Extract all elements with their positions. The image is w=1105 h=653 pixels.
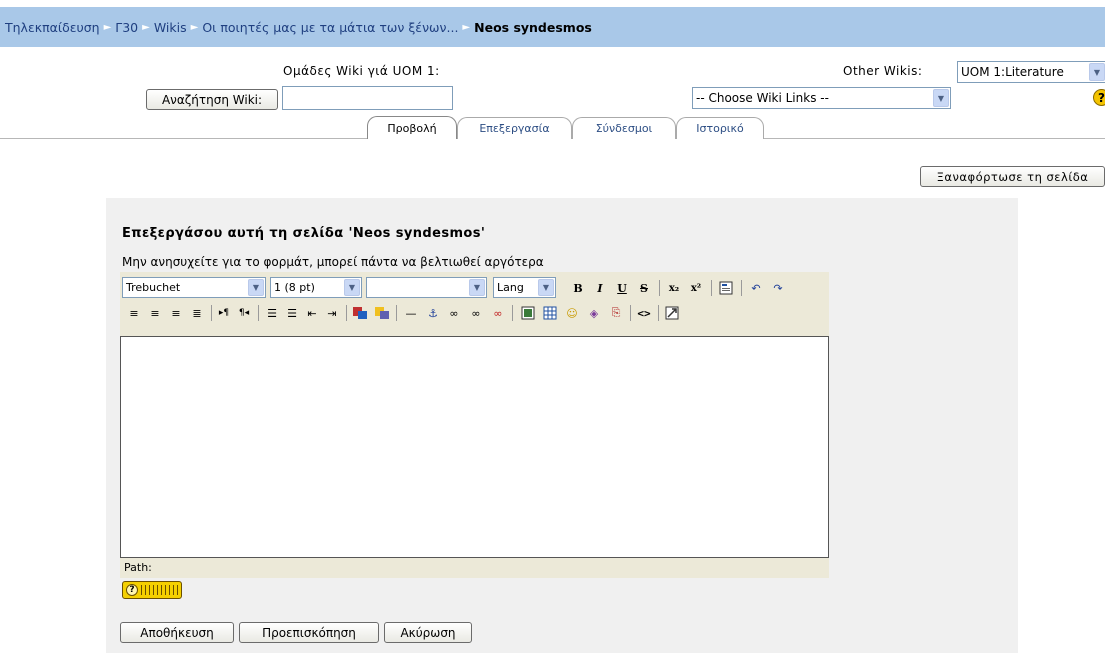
chevron-down-icon: ▼ — [538, 279, 554, 296]
redo-icon[interactable]: ↷ — [768, 279, 788, 297]
cancel-button[interactable]: Ακύρωση — [384, 622, 472, 643]
tab-history[interactable]: Ιστορικό — [676, 117, 764, 139]
editor-heading: Επεξεργάσου αυτή τη σελίδα 'Neos syndesm… — [122, 226, 486, 241]
align-left-icon[interactable]: ≡ — [124, 304, 144, 322]
search-replace-icon[interactable]: ⎘ — [606, 304, 626, 322]
help-icon[interactable]: ? — [1093, 89, 1105, 106]
smiley-icon[interactable]: ☺ — [562, 304, 582, 322]
toolbar-separator — [658, 305, 659, 321]
wiki-search-button[interactable]: Αναζήτηση Wiki: — [146, 89, 278, 110]
breadcrumb-link-course[interactable]: Γ30 — [115, 20, 138, 35]
chevron-down-icon: ▼ — [469, 279, 485, 296]
rtl-icon[interactable]: ¶◂ — [234, 304, 254, 322]
ordered-list-icon[interactable]: ☰ — [262, 304, 282, 322]
font-size-select[interactable]: 1 (8 pt) ▼ — [270, 277, 362, 298]
path-label: Path: — [124, 561, 152, 574]
special-char-icon[interactable]: ◈ — [584, 304, 604, 322]
align-right-icon[interactable]: ≡ — [166, 304, 186, 322]
editor-path-bar: Path: — [120, 558, 829, 578]
clean-word-icon[interactable] — [716, 279, 736, 297]
tab-edit[interactable]: Επεξεργασία — [457, 117, 572, 139]
font-family-select[interactable]: Trebuchet ▼ — [122, 277, 266, 298]
html-source-icon[interactable]: <> — [634, 304, 654, 322]
underline-icon[interactable]: U — [612, 279, 632, 297]
link-icon[interactable]: ∞ — [444, 304, 464, 322]
insert-image-icon[interactable] — [518, 304, 538, 322]
toolbar-separator — [659, 280, 660, 296]
toolbar-separator — [258, 305, 259, 321]
chevron-down-icon: ▼ — [1089, 63, 1105, 81]
superscript-icon[interactable]: x² — [686, 279, 706, 297]
wiki-search-input[interactable] — [282, 86, 453, 110]
breadcrumb-separator: ► — [462, 21, 471, 33]
paragraph-format-select[interactable]: ▼ — [366, 277, 487, 298]
subscript-icon[interactable]: x₂ — [664, 279, 684, 297]
toolbar-separator — [346, 305, 347, 321]
editor-content-area[interactable] — [120, 336, 829, 558]
fullscreen-icon[interactable] — [662, 304, 682, 322]
justify-icon[interactable]: ≣ — [187, 304, 207, 322]
other-wikis-value: UOM 1:Literature — [961, 65, 1064, 79]
breadcrumb: Τηλεκπαίδευση ► Γ30 ► Wikis ► Οι ποιητές… — [0, 7, 1105, 47]
breadcrumb-separator: ► — [190, 21, 199, 33]
toolbar-separator — [396, 305, 397, 321]
toolbar-separator — [211, 305, 212, 321]
insert-table-icon[interactable] — [540, 304, 560, 322]
nolink-icon[interactable]: ∞ — [488, 304, 508, 322]
indent-icon[interactable]: ⇥ — [322, 304, 342, 322]
toolbar-separator — [512, 305, 513, 321]
breadcrumb-separator: ► — [142, 21, 150, 33]
text-color-icon[interactable] — [350, 304, 370, 322]
toolbar-separator — [630, 305, 631, 321]
chevron-down-icon: ▼ — [933, 89, 949, 107]
preview-button[interactable]: Προεπισκόπηση — [239, 622, 379, 643]
tab-links[interactable]: Σύνδεσμοι — [572, 117, 676, 139]
save-button[interactable]: Αποθήκευση — [120, 622, 234, 643]
undo-icon[interactable]: ↶ — [746, 279, 766, 297]
anchor-icon[interactable]: ⚓ — [423, 304, 443, 322]
language-select[interactable]: Lang ▼ — [493, 277, 556, 298]
reload-page-button[interactable]: Ξαναφόρτωσε τη σελίδα — [920, 166, 1105, 187]
keyboard-help-icon[interactable]: ? — [122, 581, 182, 599]
breadcrumb-link-wikis[interactable]: Wikis — [154, 20, 187, 35]
toolbar-separator — [711, 280, 712, 296]
tab-view[interactable]: Προβολή — [367, 116, 457, 139]
breadcrumb-link-home[interactable]: Τηλεκπαίδευση — [5, 20, 100, 35]
wiki-links-value: -- Choose Wiki Links -- — [696, 91, 829, 105]
other-wikis-label: Other Wikis: — [843, 64, 923, 78]
breadcrumb-current: Neos syndesmos — [474, 19, 592, 35]
wiki-groups-label: Ομάδες Wiki γιά UOM 1: — [283, 64, 440, 78]
italic-icon[interactable]: I — [590, 279, 610, 297]
breadcrumb-separator: ► — [103, 21, 112, 33]
strikethrough-icon[interactable]: S — [634, 279, 654, 297]
toolbar-separator — [741, 280, 742, 296]
horizontal-rule-icon[interactable]: — — [401, 304, 421, 322]
chevron-down-icon: ▼ — [248, 279, 264, 296]
breadcrumb-link-wiki[interactable]: Οι ποιητές μας με τα μάτια των ξένων... — [202, 20, 458, 35]
editor-hint: Μην ανησυχείτε για το φορμάτ, μπορεί πάν… — [122, 255, 544, 269]
keyboard-icon — [141, 585, 179, 595]
wiki-links-select[interactable]: -- Choose Wiki Links -- ▼ — [692, 87, 951, 109]
help-icon: ? — [126, 584, 138, 596]
unordered-list-icon[interactable]: ☰ — [282, 304, 302, 322]
unlink-icon[interactable]: ∞ — [466, 304, 486, 322]
font-size-value: 1 (8 pt) — [274, 281, 315, 294]
ltr-icon[interactable]: ▸¶ — [214, 304, 234, 322]
other-wikis-select[interactable]: UOM 1:Literature ▼ — [957, 61, 1105, 83]
bold-icon[interactable]: B — [568, 279, 588, 297]
align-center-icon[interactable]: ≡ — [145, 304, 165, 322]
background-color-icon[interactable] — [372, 304, 392, 322]
language-value: Lang — [497, 281, 524, 294]
font-family-value: Trebuchet — [126, 281, 181, 294]
chevron-down-icon: ▼ — [344, 279, 360, 296]
outdent-icon[interactable]: ⇤ — [302, 304, 322, 322]
